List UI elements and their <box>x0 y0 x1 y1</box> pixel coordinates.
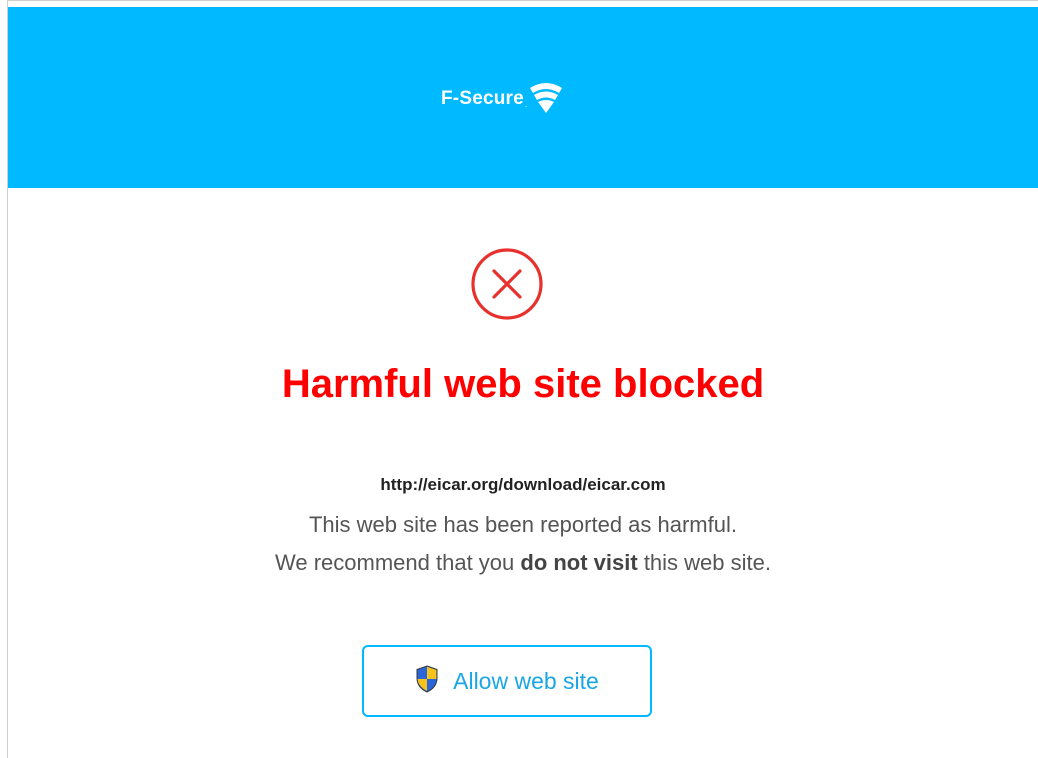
warning-message-suffix: this web site. <box>637 550 771 575</box>
warning-message-prefix: We recommend that you <box>275 550 521 575</box>
brand-dot: . <box>524 99 528 109</box>
allow-web-site-button[interactable]: Allow web site <box>362 645 652 717</box>
page-title: Harmful web site blocked <box>281 362 765 406</box>
warning-message-line2: We recommend that you do not visit this … <box>0 549 1038 577</box>
blocked-url: http://eicar.org/download/eicar.com <box>380 475 666 494</box>
brand-name: F-Secure <box>441 88 524 109</box>
wifi-fan-logo-icon <box>530 83 563 113</box>
warning-emphasis: do not visit <box>520 550 638 575</box>
blocked-page: F-Secure . Harmful web site blocked http… <box>0 0 1038 758</box>
brand-logo: F-Secure . <box>441 74 564 124</box>
warning-message-line1: This web site has been reported as harmf… <box>308 512 737 537</box>
allow-web-site-label: Allow web site <box>453 667 599 694</box>
circle-x-icon <box>471 248 543 320</box>
uac-shield-icon <box>416 665 438 693</box>
window-top-border <box>7 0 1038 7</box>
